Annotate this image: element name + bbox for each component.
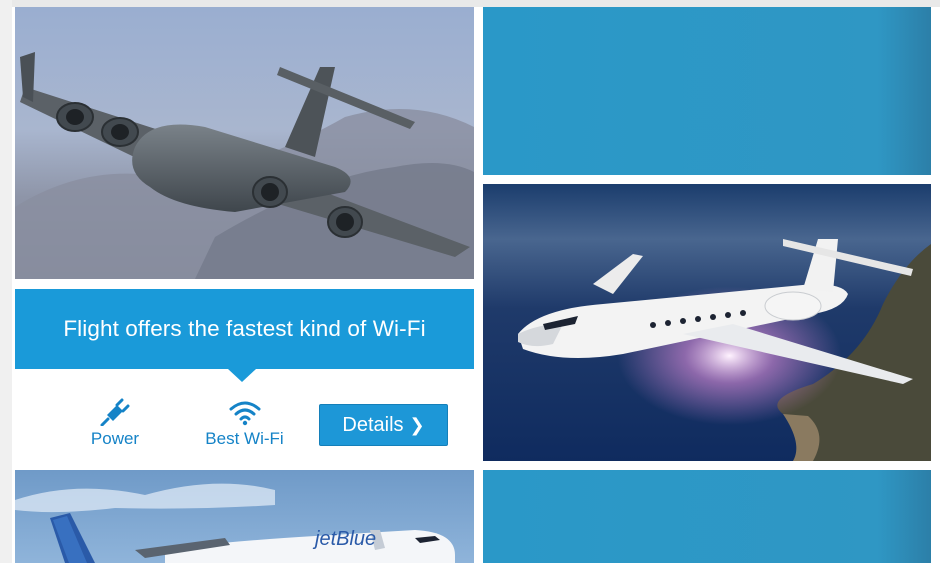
banner-headline: Flight offers the fastest kind of Wi-Fi <box>63 316 426 341</box>
chevron-right-icon: ❯ <box>409 415 425 435</box>
power-label: Power <box>90 429 140 448</box>
wifi-label: Best Wi-Fi <box>205 429 284 448</box>
jetblue-aircraft-photo[interactable]: jetBlue <box>15 470 474 563</box>
blue-placeholder-tile-bottom[interactable] <box>483 470 931 563</box>
power-plug-icon <box>100 398 130 426</box>
banner-pointer <box>228 369 256 382</box>
info-banner: Flight offers the fastest kind of Wi-Fi <box>15 289 474 369</box>
details-button[interactable]: Details ❯ <box>319 404 448 446</box>
blue-placeholder-tile[interactable] <box>483 7 931 175</box>
details-label: Details <box>342 414 404 436</box>
c17-aircraft-photo[interactable] <box>15 7 474 279</box>
jetblue-livery-text: jetBlue <box>315 528 377 550</box>
power-feature: Power <box>80 398 150 449</box>
gulfstream-aircraft-image <box>483 184 931 461</box>
gulfstream-aircraft-photo[interactable] <box>483 184 931 461</box>
wifi-icon <box>229 401 260 426</box>
top-edge <box>0 0 940 7</box>
left-edge <box>0 0 12 563</box>
c17-aircraft-image <box>15 7 474 279</box>
jetblue-aircraft-image <box>15 470 474 563</box>
wifi-feature: Best Wi-Fi <box>192 398 297 449</box>
